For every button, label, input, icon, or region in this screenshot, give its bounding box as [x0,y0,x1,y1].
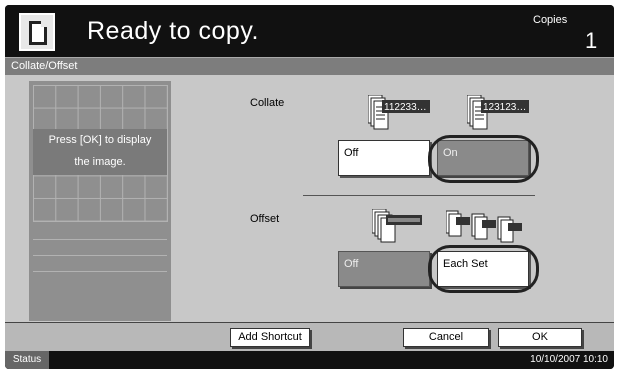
collate-selection-ring [428,135,539,183]
status-datetime: 10/10/2007 10:10 [530,354,608,365]
original-document-icon [19,13,55,51]
uncollated-stack-icon: 112233… [368,95,430,130]
add-shortcut-button[interactable]: Add Shortcut [230,328,310,347]
offset-label: Offset [250,213,280,225]
copies-label: Copies [533,14,568,26]
preview-message-line2: the image. [74,156,126,168]
offset-selection-ring [428,245,539,293]
status-button[interactable]: Status [5,351,49,369]
image-preview[interactable]: Press [OK] to display the image. [29,81,171,321]
status-bar: Status 10/10/2007 10:10 [5,351,614,369]
collate-off-label: Off [344,147,359,159]
uncollated-icon-text: 112233… [384,102,427,113]
collate-off-button[interactable]: Off [338,140,430,176]
cancel-button[interactable]: Cancel [403,328,489,347]
preview-divider [33,255,167,256]
collate-label: Collate [250,97,285,109]
offset-off-label: Off [344,258,359,270]
preview-divider [33,239,167,240]
copier-screen: Ready to copy. Copies 1 Collate/Offset P… [5,5,614,369]
offset-off-button[interactable]: Off [338,251,430,287]
collated-stack-icon: 123123… [467,95,529,130]
offset-off-stack-icon [372,209,422,243]
copies-count: 1 [585,28,598,53]
section-divider [303,195,535,196]
bottom-bar: Add Shortcut Cancel OK [5,322,614,351]
function-tab: Collate/Offset [5,57,614,75]
collated-icon-text: 123123… [483,102,526,113]
preview-divider [33,271,167,272]
main-panel: Press [OK] to display the image. Collate… [5,75,614,322]
page-title: Ready to copy. [87,17,259,45]
offset-each-set-stack-icon [446,210,522,243]
ok-button[interactable]: OK [498,328,582,347]
preview-message-line1: Press [OK] to display [48,134,152,146]
header: Ready to copy. Copies 1 [5,5,614,57]
tab-collate-offset: Collate/Offset [11,60,78,72]
preview-message: Press [OK] to display the image. [33,129,167,175]
